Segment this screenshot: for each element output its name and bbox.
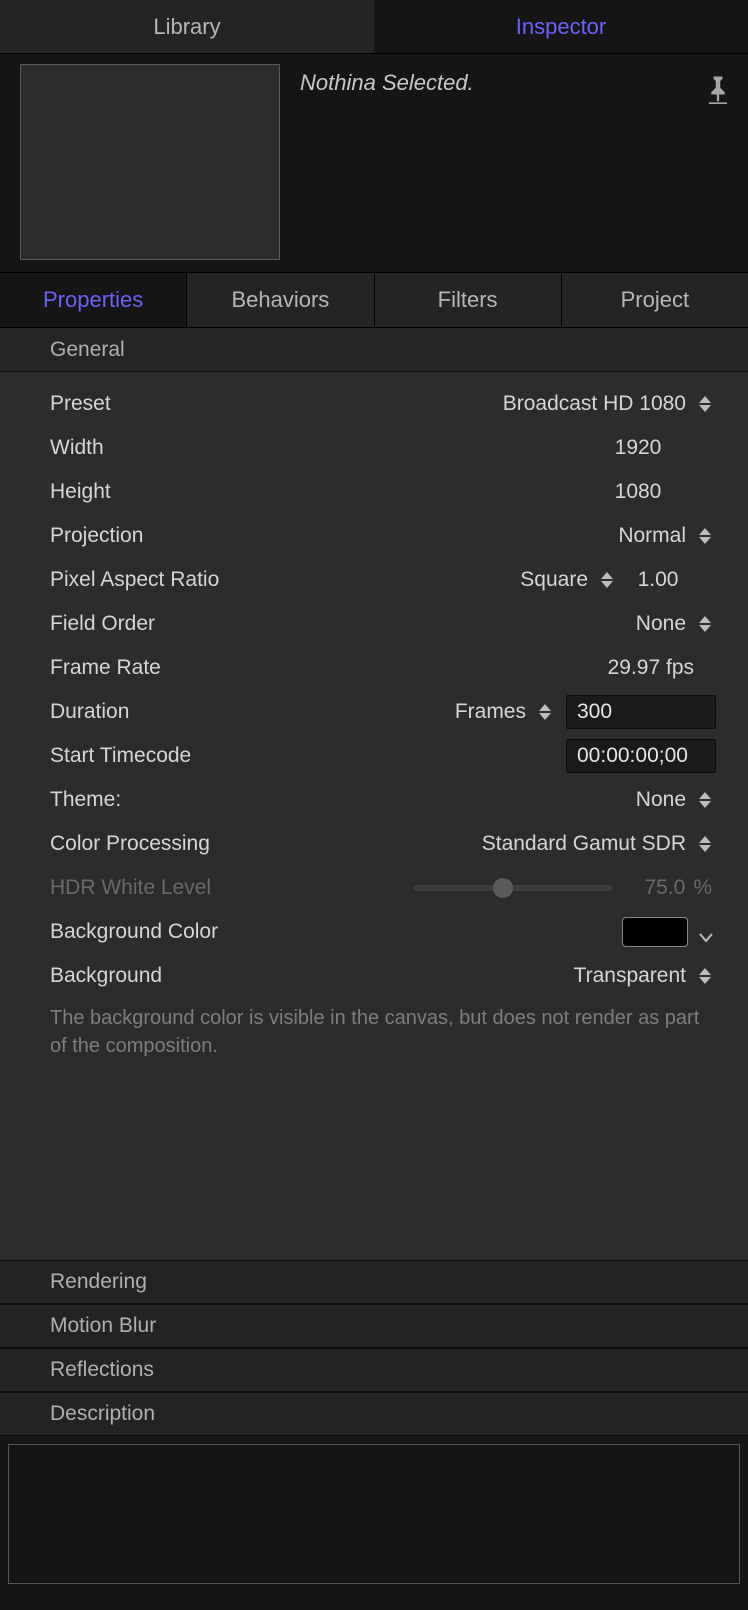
row-frame-rate: Frame Rate 29.97 fps (50, 646, 716, 690)
general-body: Preset Broadcast HD 1080 Width 1920 Heig… (0, 372, 748, 1260)
preset-label: Preset (50, 392, 270, 416)
hdr-white-value: 75.0 (625, 876, 689, 900)
background-hint: The background color is visible in the c… (50, 998, 716, 1066)
theme-value[interactable]: None (632, 788, 690, 812)
background-color-swatch[interactable] (622, 917, 688, 947)
field-order-value[interactable]: None (632, 612, 690, 636)
background-label: Background (50, 964, 270, 988)
section-description[interactable]: Description (0, 1392, 748, 1436)
row-theme: Theme: None (50, 778, 716, 822)
main-tabs: Library Inspector (0, 0, 748, 54)
hdr-white-unit: % (689, 876, 716, 900)
row-height: Height 1080 (50, 470, 716, 514)
color-processing-value[interactable]: Standard Gamut SDR (478, 832, 690, 856)
description-textarea[interactable] (8, 1444, 740, 1584)
theme-stepper-icon[interactable] (698, 792, 716, 808)
row-background-color: Background Color (50, 910, 716, 954)
frame-rate-label: Frame Rate (50, 656, 270, 680)
row-start-timecode: Start Timecode 00:00:00;00 (50, 734, 716, 778)
width-value[interactable]: 1920 (578, 436, 698, 460)
projection-stepper-icon[interactable] (698, 528, 716, 544)
background-color-label: Background Color (50, 920, 270, 944)
properties-panel: General Preset Broadcast HD 1080 Width 1… (0, 328, 748, 1584)
general-spacer (50, 1066, 716, 1256)
inspector-preview: Nothina Selected. (0, 54, 748, 272)
row-hdr-white-level: HDR White Level 75.0 % (50, 866, 716, 910)
color-processing-label: Color Processing (50, 832, 270, 856)
start-timecode-label: Start Timecode (50, 744, 270, 768)
hdr-white-label: HDR White Level (50, 876, 270, 900)
field-order-label: Field Order (50, 612, 270, 636)
duration-input[interactable]: 300 (566, 695, 716, 729)
preview-thumbnail[interactable] (20, 64, 280, 260)
tab-project[interactable]: Project (562, 273, 748, 327)
background-stepper-icon[interactable] (698, 968, 716, 984)
section-reflections[interactable]: Reflections (0, 1348, 748, 1392)
pin-icon[interactable] (706, 70, 730, 110)
section-rendering[interactable]: Rendering (0, 1260, 748, 1304)
duration-unit-stepper-icon[interactable] (538, 704, 556, 720)
hdr-white-slider (413, 885, 613, 891)
row-background: Background Transparent (50, 954, 716, 998)
row-color-processing: Color Processing Standard Gamut SDR (50, 822, 716, 866)
selection-status: Nothina Selected. (280, 64, 706, 96)
duration-label: Duration (50, 700, 270, 724)
theme-label: Theme: (50, 788, 270, 812)
pixel-aspect-number[interactable]: 1.00 (618, 568, 698, 592)
pixel-aspect-value[interactable]: Square (516, 568, 592, 592)
pixel-aspect-label: Pixel Aspect Ratio (50, 568, 270, 592)
background-value[interactable]: Transparent (570, 964, 690, 988)
duration-unit[interactable]: Frames (451, 700, 530, 724)
projection-value[interactable]: Normal (614, 524, 690, 548)
row-projection: Projection Normal (50, 514, 716, 558)
inspector-sub-tabs: Properties Behaviors Filters Project (0, 272, 748, 328)
tab-library[interactable]: Library (0, 0, 374, 53)
frame-rate-value[interactable]: 29.97 fps (578, 656, 698, 680)
tab-behaviors[interactable]: Behaviors (187, 273, 374, 327)
row-width: Width 1920 (50, 426, 716, 470)
preset-value[interactable]: Broadcast HD 1080 (499, 392, 690, 416)
pixel-aspect-stepper-icon[interactable] (600, 572, 618, 588)
section-general[interactable]: General (0, 328, 748, 372)
field-order-stepper-icon[interactable] (698, 616, 716, 632)
width-label: Width (50, 436, 270, 460)
row-preset: Preset Broadcast HD 1080 (50, 382, 716, 426)
color-processing-stepper-icon[interactable] (698, 836, 716, 852)
hdr-white-slider-thumb (493, 878, 513, 898)
tab-filters[interactable]: Filters (375, 273, 562, 327)
preset-stepper-icon[interactable] (698, 396, 716, 412)
tab-inspector[interactable]: Inspector (374, 0, 748, 53)
row-duration: Duration Frames 300 (50, 690, 716, 734)
height-value[interactable]: 1080 (578, 480, 698, 504)
tab-properties[interactable]: Properties (0, 273, 187, 327)
background-color-disclosure-icon[interactable] (698, 926, 716, 938)
row-pixel-aspect: Pixel Aspect Ratio Square 1.00 (50, 558, 716, 602)
projection-label: Projection (50, 524, 270, 548)
section-motion-blur[interactable]: Motion Blur (0, 1304, 748, 1348)
row-field-order: Field Order None (50, 602, 716, 646)
start-timecode-input[interactable]: 00:00:00;00 (566, 739, 716, 773)
height-label: Height (50, 480, 270, 504)
